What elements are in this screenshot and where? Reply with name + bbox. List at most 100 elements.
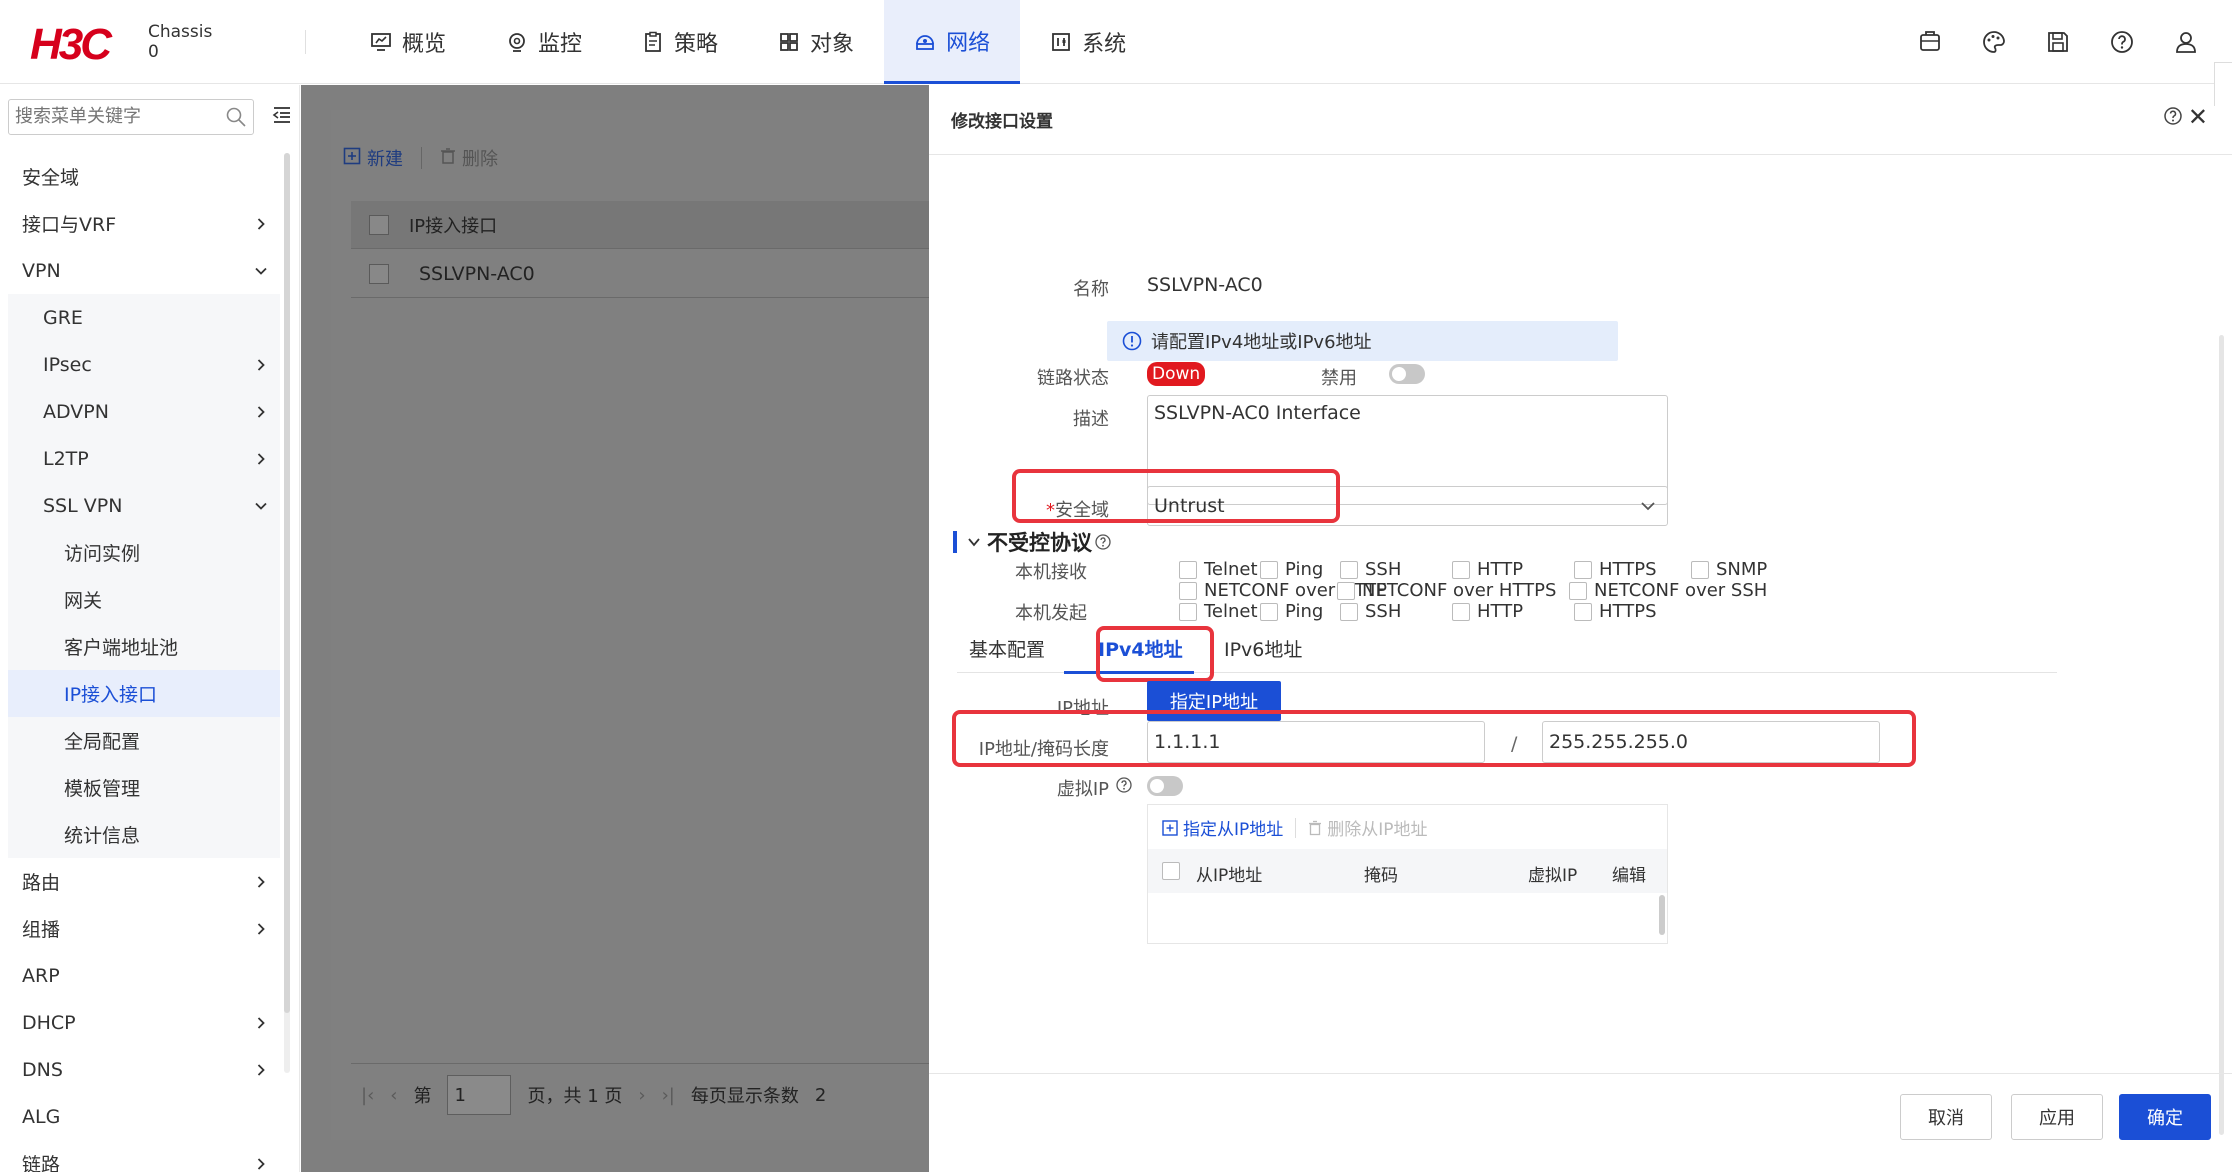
checkbox[interactable] (1569, 581, 1587, 600)
send-telnet-checkbox[interactable]: Telnet (1179, 601, 1258, 622)
send-ping-checkbox[interactable]: Ping (1260, 601, 1323, 622)
save-icon[interactable] (2042, 26, 2074, 58)
checkbox[interactable] (1340, 560, 1358, 579)
column-mask[interactable]: 掩码 (1364, 861, 1398, 886)
sidebar-item[interactable]: VPN (8, 247, 280, 294)
column-secondary-ip[interactable]: 从IP地址 (1196, 861, 1262, 886)
sidebar-item[interactable]: 链路 (8, 1140, 280, 1172)
recv-http-checkbox[interactable]: HTTP (1452, 559, 1523, 580)
last-page-icon[interactable]: ›| (662, 1085, 675, 1106)
sidebar-item[interactable]: 路由 (8, 858, 280, 905)
virtual-ip-toggle[interactable] (1147, 776, 1183, 796)
tab-basic-config[interactable]: 基本配置 (969, 635, 1045, 662)
list-page-overlay[interactable]: 新建 删除 IP接入接口 SSLVPN-AC0 |‹ ‹ 第 页，共 1 页 ›… (301, 85, 929, 1172)
user-icon[interactable] (2170, 26, 2202, 58)
sidebar-item[interactable]: SSL VPN (8, 482, 280, 529)
nav-object[interactable]: 对象 (748, 0, 884, 84)
sidebar-item[interactable]: 接口与VRF (8, 200, 280, 247)
checkbox[interactable] (1340, 602, 1358, 621)
prev-page-icon[interactable]: ‹ (390, 1085, 397, 1106)
tab-ipv6[interactable]: IPv6地址 (1224, 635, 1302, 662)
checkbox[interactable] (1452, 602, 1470, 621)
sidebar-item[interactable]: 安全域 (8, 153, 280, 200)
delete-secondary-ip-button[interactable]: 删除从IP地址 (1308, 815, 1428, 840)
sidebar-item[interactable]: DHCP (8, 999, 280, 1046)
table-row[interactable]: SSLVPN-AC0 (351, 250, 929, 298)
sidebar-item[interactable]: IPsec (8, 341, 280, 388)
h3c-logo[interactable]: H3C (30, 20, 112, 70)
checkbox[interactable] (1452, 560, 1470, 579)
sidebar-scrollbar[interactable] (284, 153, 290, 1013)
checkbox[interactable] (1574, 560, 1592, 579)
recv-snmp-checkbox[interactable]: SNMP (1691, 559, 1767, 580)
next-page-icon[interactable]: › (638, 1085, 645, 1106)
checkbox[interactable] (1260, 560, 1278, 579)
sidebar-item[interactable]: ADVPN (8, 388, 280, 435)
help-icon[interactable] (1115, 776, 1133, 799)
nav-overview[interactable]: 概览 (340, 0, 476, 84)
column-header-ip-interface[interactable]: IP接入接口 (409, 212, 497, 238)
send-http-checkbox[interactable]: HTTP (1452, 601, 1523, 622)
drawer-scrollbar[interactable] (2219, 335, 2224, 1135)
row-interface-name[interactable]: SSLVPN-AC0 (419, 263, 535, 285)
sidebar-item[interactable]: 模板管理 (8, 764, 280, 811)
help-icon[interactable] (2106, 26, 2138, 58)
sidebar-item[interactable]: 全局配置 (8, 717, 280, 764)
recv-https-checkbox[interactable]: HTTPS (1574, 559, 1657, 580)
disable-toggle[interactable] (1389, 364, 1425, 384)
page-number-input[interactable] (447, 1075, 512, 1115)
checkbox[interactable] (1574, 602, 1592, 621)
recv-netconf-https-checkbox[interactable]: NETCONF over HTTPS (1337, 580, 1556, 601)
nav-network[interactable]: 网络 (884, 0, 1021, 84)
checkbox[interactable] (1179, 581, 1197, 600)
new-button[interactable]: 新建 (343, 145, 403, 171)
collapse-menu-icon[interactable] (272, 105, 292, 130)
sidebar-item[interactable]: DNS (8, 1046, 280, 1093)
select-all-checkbox[interactable] (369, 214, 389, 235)
sidebar-item[interactable]: ARP (8, 952, 280, 999)
add-secondary-ip-button[interactable]: 指定从IP地址 (1162, 815, 1283, 840)
secondary-ip-scrollbar[interactable] (1659, 895, 1665, 935)
sidebar-item[interactable]: 统计信息 (8, 811, 280, 858)
ok-button[interactable]: 确定 (2119, 1094, 2211, 1140)
theme-icon[interactable] (1978, 26, 2010, 58)
recv-ping-checkbox[interactable]: Ping (1260, 559, 1323, 580)
nav-policy[interactable]: 策略 (612, 0, 748, 84)
edge-handle[interactable] (2214, 62, 2232, 106)
close-icon[interactable]: ✕ (2188, 103, 2208, 131)
row-checkbox[interactable] (369, 263, 389, 284)
page-size-select[interactable]: 2 (815, 1085, 826, 1106)
message-icon[interactable] (1914, 26, 1946, 58)
nav-monitor[interactable]: 监控 (476, 0, 612, 84)
sidebar-item[interactable]: GRE (8, 294, 280, 341)
first-page-icon[interactable]: |‹ (361, 1085, 374, 1106)
nav-system[interactable]: 系统 (1020, 0, 1156, 84)
sidebar-item[interactable]: ALG (8, 1093, 280, 1140)
recv-ssh-checkbox[interactable]: SSH (1340, 559, 1401, 580)
checkbox[interactable] (1691, 560, 1709, 579)
sidebar-item[interactable]: 网关 (8, 576, 280, 623)
search-icon[interactable] (225, 106, 247, 133)
cancel-button[interactable]: 取消 (1900, 1094, 1992, 1140)
select-all-checkbox[interactable] (1162, 862, 1180, 880)
column-virtual-ip[interactable]: 虚拟IP (1528, 861, 1577, 886)
send-https-checkbox[interactable]: HTTPS (1574, 601, 1657, 622)
sidebar-item[interactable]: 访问实例 (8, 529, 280, 576)
column-edit[interactable]: 编辑 (1612, 861, 1646, 886)
sidebar-item[interactable]: 组播 (8, 905, 280, 952)
help-icon[interactable] (1094, 533, 1112, 551)
menu-search-input[interactable] (9, 100, 209, 132)
uncontrolled-protocol-section[interactable]: 不受控协议 (953, 527, 1112, 557)
checkbox[interactable] (1260, 602, 1278, 621)
sidebar-item[interactable]: 客户端地址池 (8, 623, 280, 670)
sidebar-item[interactable]: L2TP (8, 435, 280, 482)
delete-button[interactable]: 删除 (440, 145, 498, 171)
send-ssh-checkbox[interactable]: SSH (1340, 601, 1401, 622)
checkbox[interactable] (1179, 602, 1197, 621)
help-icon[interactable] (2162, 105, 2184, 132)
recv-netconf-ssh-checkbox[interactable]: NETCONF over SSH (1569, 580, 1767, 601)
recv-telnet-checkbox[interactable]: Telnet (1179, 559, 1258, 580)
apply-button[interactable]: 应用 (2011, 1094, 2103, 1140)
sidebar-item[interactable]: IP接入接口 (8, 670, 280, 717)
checkbox[interactable] (1337, 581, 1355, 600)
